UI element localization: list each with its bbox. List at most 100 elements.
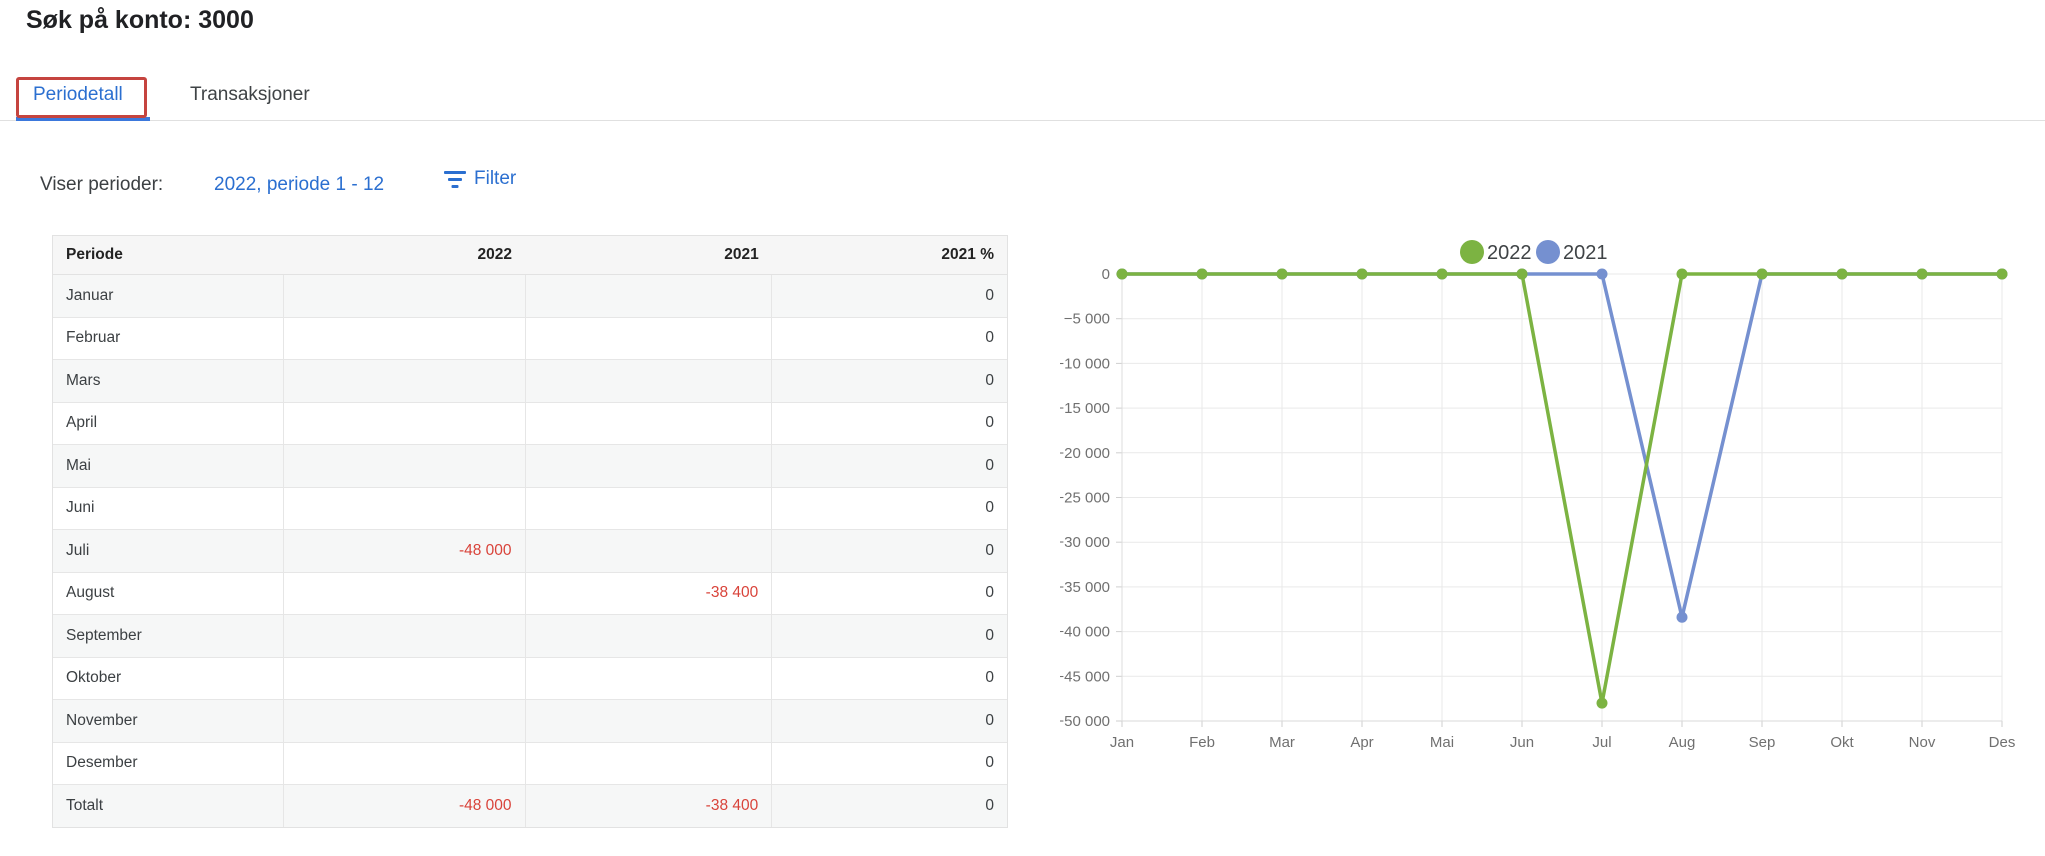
data-point-2022	[1756, 268, 1768, 280]
data-point-2022	[1996, 268, 2008, 280]
table-row: Juli -48 000 0	[52, 529, 1008, 572]
svg-text:−35 000: −35 000	[1060, 579, 1110, 596]
table-row-total: Totalt -48 000 -38 400 0	[52, 784, 1008, 828]
svg-text:Feb: Feb	[1189, 734, 1215, 751]
cell-2021	[524, 656, 772, 700]
svg-text:−10 000: −10 000	[1060, 355, 1110, 372]
svg-text:Jan: Jan	[1110, 734, 1134, 751]
cell-2021-pct: 0	[771, 486, 1008, 530]
table-row: August -38 400 0	[52, 571, 1008, 615]
page-title: Søk på konto: 3000	[26, 6, 254, 34]
cell-2021-pct: 0	[771, 614, 1008, 657]
cell-2022	[282, 274, 526, 317]
svg-text:−45 000: −45 000	[1060, 668, 1110, 685]
column-header-periode: Periode	[52, 235, 284, 275]
data-point-2022	[1676, 268, 1688, 280]
cell-2022	[282, 486, 526, 530]
svg-text:Jul: Jul	[1592, 734, 1611, 751]
table-row: November 0	[52, 699, 1008, 742]
cell-2022	[282, 741, 526, 785]
cell-2021-pct: 0	[771, 571, 1008, 615]
period-range-link[interactable]: 2022, periode 1 - 12	[214, 174, 384, 196]
x-axis-labels: Jan Feb Mar Apr Mai Jun Jul Aug Sep Okt Nov Des	[1110, 734, 2015, 751]
chart-legend: 2022 2021	[1460, 240, 1608, 264]
svg-text:−25 000: −25 000	[1060, 490, 1110, 507]
svg-text:2022: 2022	[1487, 242, 1532, 264]
cell-2022	[282, 614, 526, 657]
cell-periode: Juni	[52, 486, 284, 530]
column-header-2021: 2021	[525, 235, 772, 275]
tab-periodetall[interactable]: Periodetall	[33, 84, 123, 106]
tab-transaksjoner[interactable]: Transaksjoner	[190, 84, 310, 106]
series-2021	[1116, 268, 2008, 623]
cell-periode: Totalt	[52, 784, 284, 828]
cell-2021	[524, 359, 772, 402]
period-table: Periode 2022 2021 2021 % Januar 0 Februar 0…	[52, 235, 1008, 828]
svg-text:Mai: Mai	[1430, 734, 1454, 751]
cell-2021	[524, 486, 772, 530]
y-axis-labels: 0 −5 000 −10 000 −15 000 −20 000 −25 000 −30 0…	[1060, 266, 1110, 730]
cell-periode: Februar	[52, 316, 284, 360]
svg-text:−30 000: −30 000	[1060, 534, 1110, 551]
cell-periode: Oktober	[52, 656, 284, 700]
cell-2022: -48 000	[282, 529, 526, 572]
cell-2021-pct: 0	[771, 529, 1008, 572]
cell-2022	[282, 401, 526, 445]
cell-periode: April	[52, 401, 284, 445]
cell-2021-pct: 0	[771, 656, 1008, 700]
cell-2021: -38 400	[524, 784, 772, 828]
cell-2022	[282, 316, 526, 360]
table-row: Juni 0	[52, 486, 1008, 530]
cell-periode: Desember	[52, 741, 284, 785]
data-point-2022	[1916, 268, 1928, 280]
cell-2021-pct: 0	[771, 401, 1008, 445]
cell-2021-pct: 0	[771, 359, 1008, 402]
table-row: Oktober 0	[52, 656, 1008, 700]
svg-text:Sep: Sep	[1749, 734, 1776, 751]
series-2022	[1116, 268, 2008, 709]
cell-2021: -38 400	[524, 571, 772, 615]
data-point-2022	[1436, 268, 1448, 280]
cell-2021-pct: 0	[771, 316, 1008, 360]
cell-2021	[524, 529, 772, 572]
tabbar-divider	[0, 120, 2045, 121]
svg-text:Apr: Apr	[1350, 734, 1373, 751]
cell-2021	[524, 401, 772, 445]
line-chart-svg: 0 −5 000 −10 000 −15 000 −20 000 −25 000 −30 0…	[1060, 240, 2015, 751]
cell-2021-pct: 0	[771, 444, 1008, 487]
cell-2022	[282, 444, 526, 487]
table-row: Februar 0	[52, 316, 1008, 360]
viser-perioder-label: Viser perioder:	[40, 174, 164, 195]
data-point-2022	[1356, 268, 1368, 280]
data-point-2022	[1116, 268, 1128, 280]
svg-text:2021: 2021	[1563, 242, 1608, 264]
cell-2021-pct: 0	[771, 741, 1008, 785]
cell-2021	[524, 316, 772, 360]
column-header-2022: 2022	[283, 235, 526, 275]
active-tab-indicator	[16, 117, 150, 121]
cell-2022	[282, 656, 526, 700]
legend-item-2022[interactable]: 2022	[1460, 240, 1532, 264]
cell-periode: September	[52, 614, 284, 657]
svg-text:Mar: Mar	[1269, 734, 1295, 751]
svg-text:Aug: Aug	[1669, 734, 1696, 751]
table-row: Mai 0	[52, 444, 1008, 487]
cell-2021-pct: 0	[771, 784, 1008, 828]
filter-button[interactable]: Filter	[443, 168, 516, 190]
svg-text:Okt: Okt	[1830, 734, 1854, 751]
table-header-row: Periode 2022 2021 2021 %	[52, 235, 1008, 275]
data-point-2021	[1596, 268, 1608, 280]
data-point-2022	[1836, 268, 1848, 280]
period-table-body: Januar 0 Februar 0 Mars 0 April 0 Mai 0 Juni 0 Juli -…	[52, 274, 1008, 828]
legend-item-2021[interactable]: 2021	[1536, 240, 1608, 264]
legend-swatch-2021	[1536, 240, 1560, 264]
cell-periode: Mars	[52, 359, 284, 402]
svg-text:Jun: Jun	[1510, 734, 1534, 751]
table-row: April 0	[52, 401, 1008, 445]
data-point-2022	[1196, 268, 1208, 280]
svg-text:−15 000: −15 000	[1060, 400, 1110, 417]
cell-periode: November	[52, 699, 284, 742]
cell-2021	[524, 741, 772, 785]
filter-list-icon	[443, 169, 467, 189]
svg-text:−40 000: −40 000	[1060, 624, 1110, 641]
